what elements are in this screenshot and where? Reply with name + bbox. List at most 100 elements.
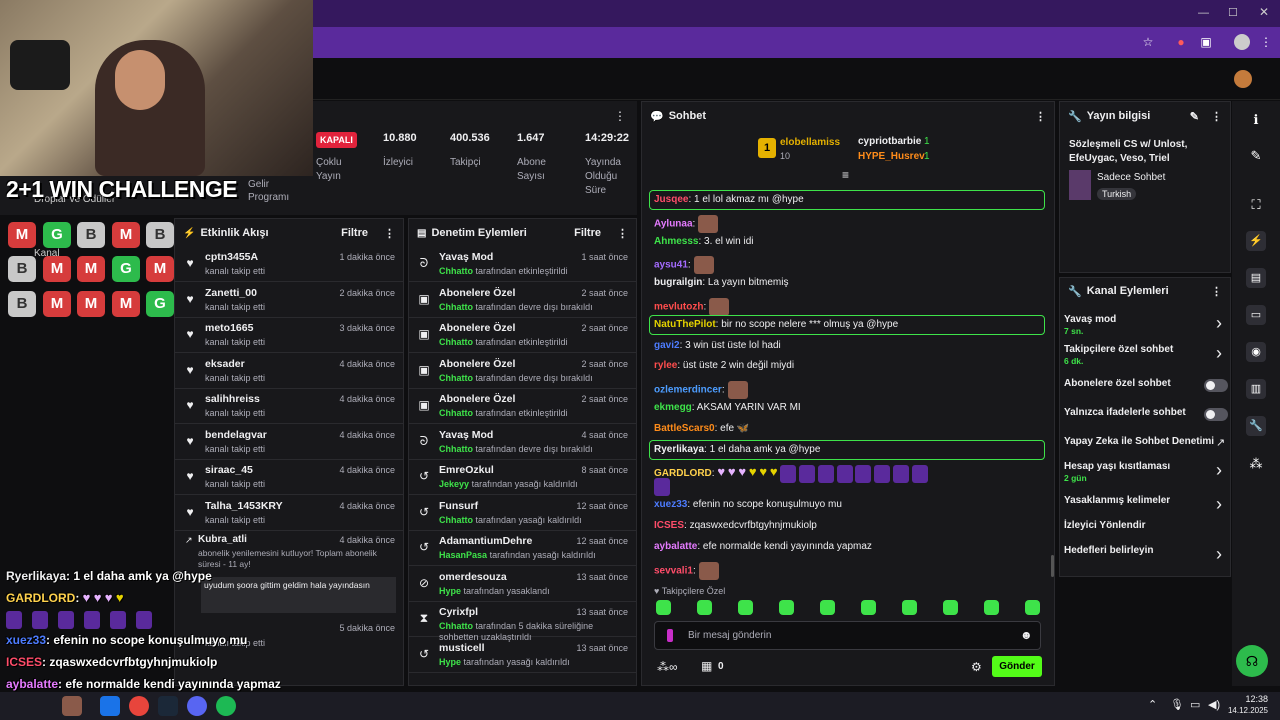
activity-username[interactable]: Zanetti_00 <box>205 287 257 299</box>
chevron-right-icon[interactable]: › <box>1216 343 1222 364</box>
emoji-icon[interactable]: ☻ <box>1020 628 1033 642</box>
edit-pencil-icon[interactable]: ✎ <box>1190 110 1199 123</box>
chat-username[interactable]: gavi2 <box>654 340 680 351</box>
chat-message[interactable]: ICSES: zqaswxedcvrfbtgyhnjmukiolp <box>654 520 817 531</box>
moderator-name[interactable]: Hype <box>439 586 461 596</box>
moderation-target[interactable]: EmreOzkul <box>439 464 494 476</box>
moderation-row[interactable]: ▣ Abonelere Özel Chhatto tarafından devre … <box>409 354 636 389</box>
volume-tray-icon[interactable]: ◀) <box>1208 698 1220 711</box>
moderation-row[interactable]: ▣ Abonelere Özel Chhatto tarafından etkinl… <box>409 389 636 424</box>
chevron-right-icon[interactable]: › <box>1216 494 1222 515</box>
moderator-name[interactable]: Hype <box>439 657 461 667</box>
send-button[interactable]: Gönder <box>992 656 1042 677</box>
chat-username[interactable]: GARDLORD <box>654 468 712 479</box>
moderation-row[interactable]: ↺ EmreOzkul Jekeyy tarafından yasağı kaldı… <box>409 460 636 495</box>
chat-username[interactable]: Ahmesss <box>654 236 698 247</box>
activity-row[interactable]: ♥ cptn3455A kanalı takip etti 1 dakika önce <box>175 247 403 282</box>
spotify-icon[interactable] <box>216 696 236 716</box>
activity-row[interactable]: ♥ bendelagvar kanalı takip etti 4 dakika ön… <box>175 425 403 460</box>
chat-message[interactable]: Ahmesss: 3. el win idi <box>654 236 754 247</box>
channel-action-item[interactable]: Hesap yaşı kısıtlaması 2 gün <box>1064 461 1170 483</box>
moderation-target[interactable]: Abonelere Özel <box>439 287 515 299</box>
activity-row[interactable]: ♥ Zanetti_00 kanalı takip etti 2 dakika önc… <box>175 283 403 318</box>
activity-row[interactable]: ♥ eksader kanalı takip etti 4 dakika önce <box>175 354 403 389</box>
moderation-target[interactable]: Funsurf <box>439 500 478 512</box>
moderation-target[interactable]: Abonelere Özel <box>439 358 515 370</box>
moderator-name[interactable]: Chhatto <box>439 444 473 454</box>
mic-tray-icon[interactable]: 🎙 <box>1170 698 1184 711</box>
quick-emote-icon[interactable] <box>1025 600 1040 615</box>
profile-avatar-icon[interactable] <box>1234 34 1250 50</box>
chat-message[interactable]: Ryerlikaya: 1 el daha amk ya @hype <box>654 444 820 455</box>
moderator-name[interactable]: Chhatto <box>439 302 473 312</box>
channel-action-item[interactable]: Yavaş mod 7 sn. <box>1064 314 1116 336</box>
chat-message[interactable]: aysu41: <box>654 256 714 275</box>
lightning-icon[interactable]: ⚡ <box>1232 231 1280 251</box>
chat-message[interactable]: sevvali1: <box>654 561 719 580</box>
channel-points-icon[interactable]: ⁂∞ <box>657 660 678 674</box>
channel-action-item[interactable]: Yapay Zeka ile Sohbet Denetimi <box>1064 436 1214 447</box>
moderation-target[interactable]: Cyrixfpl <box>439 606 478 618</box>
moderator-name[interactable]: Chhatto <box>439 337 473 347</box>
group-icon[interactable]: ⁂ <box>1232 456 1280 472</box>
quick-emote-icon[interactable] <box>902 600 917 615</box>
category-thumbnail[interactable] <box>1069 170 1091 200</box>
chat-settings-gear-icon[interactable]: ⚙ <box>971 660 982 674</box>
chat-scrollbar[interactable] <box>1051 555 1054 577</box>
info-icon[interactable]: ℹ <box>1232 112 1280 128</box>
channel-action-item[interactable]: Yalnızca ifadelerle sohbet <box>1064 407 1186 418</box>
activity-username[interactable]: cptn3455A <box>205 251 258 263</box>
chat-message[interactable]: bugrailgin: La yayın bitmemiş <box>654 277 789 288</box>
chat-icon[interactable]: ▭ <box>1232 305 1280 325</box>
subscriber-name[interactable]: Kubra_atli <box>198 534 247 545</box>
moderation-filter-button[interactable]: Filtre <box>574 227 601 239</box>
moderation-target[interactable]: Yavaş Mod <box>439 429 493 441</box>
gift-box-icon[interactable]: ▦ <box>701 659 712 673</box>
activity-row[interactable]: ♥ Talha_1453KRY kanalı takip etti 4 dakika … <box>175 496 403 531</box>
chat-username[interactable]: xuez33 <box>654 499 687 510</box>
steam-icon[interactable] <box>158 696 178 716</box>
moderator-name[interactable]: Chhatto <box>439 621 473 631</box>
channel-actions-menu-icon[interactable]: ⋮ <box>1211 285 1222 298</box>
activity-username[interactable]: meto1665 <box>205 322 253 334</box>
chat-username[interactable]: Jusqee <box>654 194 688 205</box>
channel-action-item[interactable]: Takipçilere özel sohbet 6 dk. <box>1064 344 1173 366</box>
chat-message[interactable]: gavi2: 3 win üst üste lol hadi <box>654 340 781 351</box>
channel-action-item[interactable]: Yasaklanmış kelimeler <box>1064 495 1170 506</box>
channel-action-item[interactable]: Hedefleri belirleyin <box>1064 545 1153 556</box>
activity-username[interactable]: salihhreiss <box>205 393 260 405</box>
category-name[interactable]: Sadece Sohbet <box>1097 172 1165 183</box>
toggle-switch[interactable] <box>1204 408 1228 421</box>
moderation-row[interactable]: ⊘ omerdesouza Hype tarafından yasaklandı 13… <box>409 567 636 602</box>
activity-username[interactable]: Talha_1453KRY <box>205 500 283 512</box>
pencil-icon[interactable]: ✎ <box>1232 148 1280 164</box>
pinned-expand-icon[interactable]: ≡ <box>842 168 849 182</box>
chat-message[interactable]: GARDLORD: ♥ ♥ ♥ ♥ ♥ ♥ <box>654 464 928 483</box>
chat-username[interactable]: Aylunaa <box>654 218 693 229</box>
maximize-icon[interactable]: ☐ <box>1228 6 1238 19</box>
chat-message[interactable]: xuez33: efenin no scope konuşulmuyo mu <box>654 499 842 510</box>
taskbar-date[interactable]: 14.12.2025 <box>1222 706 1268 715</box>
tools-icon[interactable]: 🔧 <box>1232 416 1280 436</box>
chat-username[interactable]: ICSES <box>654 520 684 531</box>
chat-username[interactable]: aybalatte <box>654 541 697 552</box>
moderator-name[interactable]: Jekeyy <box>439 479 469 489</box>
moderation-target[interactable]: musticell <box>439 642 485 654</box>
chat-message[interactable]: Jusqee: 1 el lol akmaz mı @hype <box>654 194 804 205</box>
broadcast-icon[interactable]: ◉ <box>1232 342 1280 362</box>
activity-row[interactable]: ♥ siraac_45 kanalı takip etti 4 dakika önce <box>175 460 403 495</box>
layout-icon[interactable]: ▥ <box>1232 379 1280 399</box>
moderator-name[interactable]: Chhatto <box>439 266 473 276</box>
chat-message[interactable]: BattleScars0: efe 🦋 <box>654 423 749 434</box>
chat-username[interactable]: Ryerlikaya <box>654 444 704 455</box>
quick-emote-icon[interactable] <box>984 600 999 615</box>
top-gifter-2-name[interactable]: cypriotbarbie <box>858 136 921 147</box>
stats-menu-icon[interactable]: ⋮ <box>614 109 626 123</box>
taskbar-time[interactable]: 12:38 <box>1230 694 1268 704</box>
user-avatar[interactable] <box>1234 70 1252 88</box>
quick-emote-icon[interactable] <box>820 600 835 615</box>
activity-row[interactable]: ♥ meto1665 kanalı takip etti 3 dakika önce <box>175 318 403 353</box>
toggle-switch[interactable] <box>1204 379 1228 392</box>
chat-username[interactable]: aysu41 <box>654 260 688 271</box>
tray-chevron-icon[interactable]: ⌃ <box>1148 698 1157 711</box>
